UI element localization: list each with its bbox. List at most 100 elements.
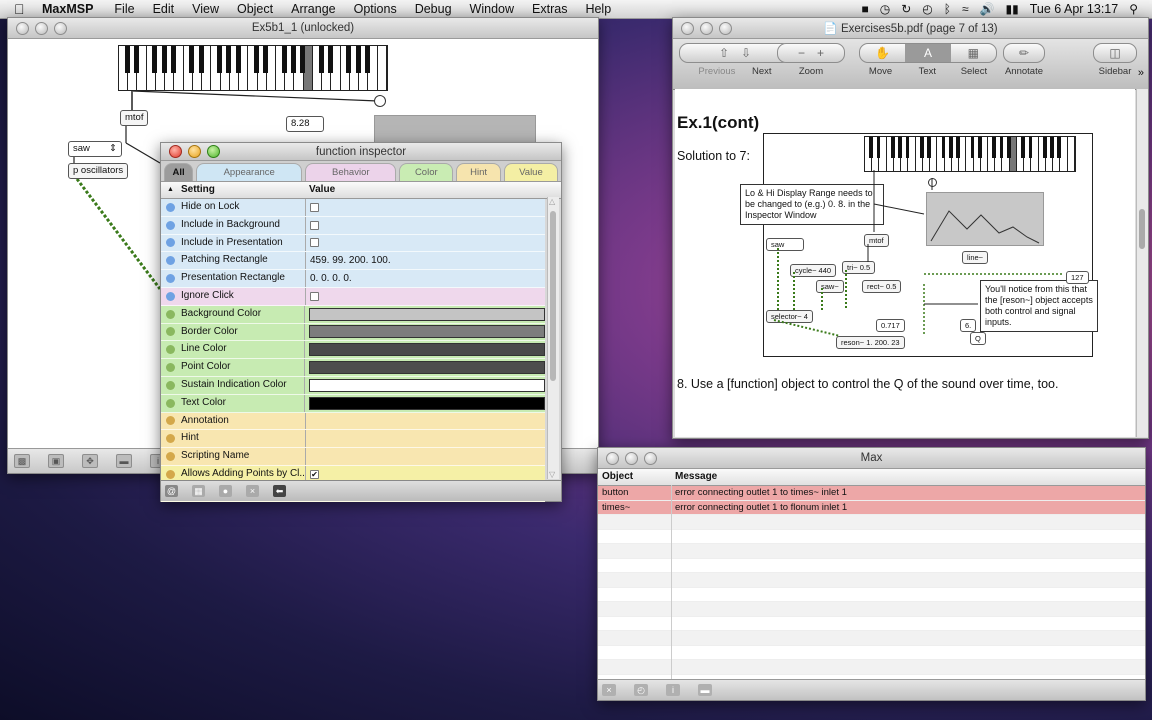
setting-checkbox[interactable]: [310, 238, 319, 248]
inspector-row[interactable]: Ignore Click: [161, 287, 545, 306]
inspector-row[interactable]: Line Color: [161, 341, 545, 360]
setting-value[interactable]: [305, 359, 545, 376]
inspector-row[interactable]: Border Color: [161, 323, 545, 342]
col-setting-header[interactable]: Setting: [181, 184, 215, 195]
screen-recorder-icon[interactable]: ■: [861, 2, 868, 16]
menu-clock[interactable]: Tue 6 Apr 13:17: [1030, 2, 1119, 16]
menu-options[interactable]: Options: [354, 2, 397, 16]
next-button[interactable]: Next: [752, 66, 772, 77]
previous-button[interactable]: Previous: [698, 66, 735, 77]
info-icon[interactable]: i: [666, 684, 680, 696]
inspector-row[interactable]: Background Color: [161, 305, 545, 324]
time-machine-icon[interactable]: ◷: [880, 2, 890, 16]
back-arrow-icon[interactable]: ⬅: [273, 485, 286, 497]
black-key[interactable]: [970, 137, 975, 159]
black-key[interactable]: [124, 46, 130, 74]
col-object-header[interactable]: Object: [602, 471, 633, 482]
setting-value[interactable]: [306, 413, 545, 430]
setting-checkbox[interactable]: [310, 202, 319, 212]
zoom-out-icon[interactable]: −: [798, 46, 805, 60]
tab-color[interactable]: Color: [399, 163, 454, 181]
tab-behavior[interactable]: Behavior: [305, 163, 397, 181]
minimize-icon[interactable]: [35, 21, 48, 35]
arrow-down-icon[interactable]: ⇩: [741, 46, 751, 60]
black-key[interactable]: [198, 46, 204, 74]
pdf-page[interactable]: Ex.1(cont) Solution to 7: Lo & Hi Displa…: [675, 89, 1135, 437]
inspector-scrollbar[interactable]: △ ▽: [547, 197, 559, 479]
color-swatch[interactable]: [309, 325, 545, 339]
black-key[interactable]: [956, 137, 960, 159]
app-menu[interactable]: MaxMSP: [42, 2, 93, 16]
menu-edit[interactable]: Edit: [153, 2, 175, 16]
inspector-titlebar[interactable]: function inspector: [161, 143, 561, 161]
black-key[interactable]: [941, 137, 946, 159]
lock-icon[interactable]: ▩: [14, 454, 30, 468]
menu-debug[interactable]: Debug: [415, 2, 452, 16]
setting-value[interactable]: [305, 377, 545, 394]
color-swatch[interactable]: [309, 361, 545, 375]
black-key[interactable]: [263, 46, 269, 74]
select-button[interactable]: Select: [961, 66, 987, 77]
black-key[interactable]: [364, 46, 370, 74]
black-key[interactable]: [235, 46, 241, 74]
text-tool-icon[interactable]: A: [905, 44, 951, 62]
button-object[interactable]: [374, 95, 386, 107]
setting-value[interactable]: [305, 395, 545, 412]
menu-file[interactable]: File: [114, 2, 134, 16]
tab-hint[interactable]: Hint: [456, 163, 501, 181]
black-key[interactable]: [133, 46, 139, 74]
annotate-pen-icon[interactable]: ✏: [1003, 43, 1045, 63]
preview-scroll-thumb[interactable]: [1139, 209, 1145, 249]
menu-extras[interactable]: Extras: [532, 2, 567, 16]
zoom-icon[interactable]: [719, 21, 732, 35]
inspector-row[interactable]: Hint: [161, 430, 545, 449]
preview-scrollbar[interactable]: [1136, 89, 1148, 437]
inspector-row[interactable]: Scripting Name: [161, 448, 545, 466]
fit-icon[interactable]: ✥: [82, 454, 98, 468]
black-key[interactable]: [189, 46, 195, 74]
black-key[interactable]: [217, 46, 223, 74]
black-key[interactable]: [992, 137, 997, 159]
black-key[interactable]: [1057, 137, 1062, 159]
setting-checkbox[interactable]: ✔: [310, 469, 319, 479]
zoom-in-icon[interactable]: +: [817, 46, 824, 60]
color-swatch[interactable]: [309, 378, 545, 392]
setting-value[interactable]: [306, 448, 545, 465]
presentation-icon[interactable]: ▬: [116, 454, 132, 468]
black-key[interactable]: [905, 137, 910, 159]
oscillators-subpatch[interactable]: p oscillators: [68, 163, 129, 179]
saw-menu[interactable]: saw ⇕: [68, 141, 122, 157]
black-key[interactable]: [290, 46, 296, 74]
black-key[interactable]: [1042, 137, 1047, 159]
setting-value[interactable]: [306, 217, 545, 234]
close-icon[interactable]: [169, 145, 182, 158]
scroll-up-icon[interactable]: △: [549, 197, 555, 206]
setting-value[interactable]: [305, 324, 545, 341]
scroll-down-icon[interactable]: ▽: [549, 470, 555, 479]
hand-icon[interactable]: ✋: [860, 46, 905, 60]
console-row[interactable]: times~ error connecting outlet 1 to flonu…: [598, 500, 1145, 515]
black-key[interactable]: [920, 137, 924, 159]
volume-icon[interactable]: 🔊: [980, 2, 995, 16]
black-key[interactable]: [1021, 137, 1026, 159]
text-button[interactable]: Text: [919, 66, 936, 77]
black-key[interactable]: [999, 137, 1004, 159]
tab-value[interactable]: Value: [503, 163, 559, 181]
setting-checkbox[interactable]: [310, 291, 319, 301]
black-key[interactable]: [977, 137, 982, 159]
annotate-button[interactable]: Annotate: [1005, 66, 1043, 77]
minimize-icon[interactable]: [700, 21, 713, 35]
tab-all[interactable]: All: [164, 163, 194, 181]
black-key[interactable]: [948, 137, 953, 159]
menu-view[interactable]: View: [192, 2, 219, 16]
black-key[interactable]: [876, 137, 881, 159]
clear-console-icon[interactable]: ×: [602, 684, 616, 696]
arrow-up-icon[interactable]: ⇧: [719, 46, 729, 60]
max-titlebar[interactable]: Max: [598, 448, 1145, 469]
setting-value[interactable]: [306, 288, 545, 305]
inspector-row[interactable]: Include in Background: [161, 216, 545, 235]
zoom-icon[interactable]: [207, 145, 220, 158]
inspector-scroll-thumb[interactable]: [550, 211, 556, 381]
black-key[interactable]: [170, 46, 176, 74]
black-key[interactable]: [281, 46, 287, 74]
